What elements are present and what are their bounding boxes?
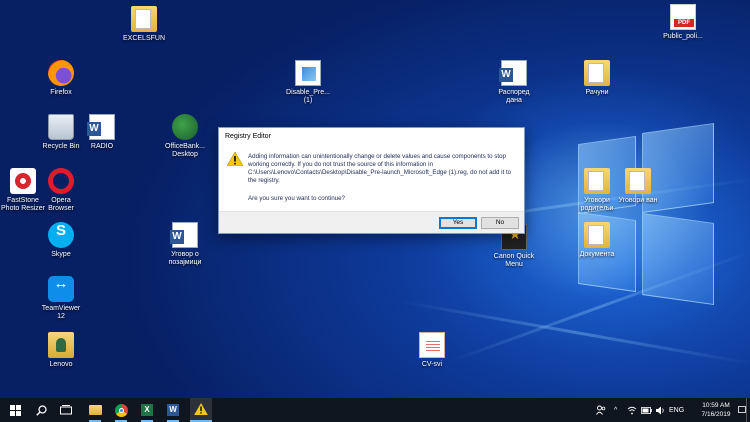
folder-icon [584, 60, 610, 86]
desktop-icon-cv-svi[interactable]: CV-svi [404, 332, 460, 369]
desktop-icon-label: Firefox [50, 89, 72, 96]
taskbar: X W ^ ENG 10:59 AM 7/16/2019 [0, 398, 750, 422]
desktop-icon-dokumenta[interactable]: Документа [569, 222, 625, 259]
desktop-icon-label: Уговор о позајмици [168, 251, 202, 266]
language-indicator[interactable]: ENG [669, 398, 684, 422]
desktop-icon-firefox[interactable]: Firefox [33, 60, 89, 97]
clock-date: 7/16/2019 [701, 411, 731, 418]
desktop-icon-radio[interactable]: RADIO [74, 114, 130, 151]
wifi-icon[interactable] [627, 398, 637, 422]
show-desktop-button[interactable] [746, 398, 750, 422]
dialog-message: Adding information can unintentionally c… [248, 153, 512, 184]
taskbar-file-explorer[interactable] [84, 398, 106, 422]
desktop-icon-excelsfun[interactable]: EXCELSFUN [116, 6, 172, 43]
desktop-icon-label: Документа [579, 251, 615, 258]
pdf-icon [670, 4, 696, 30]
task-view-button[interactable] [55, 398, 77, 422]
search-icon [35, 404, 47, 416]
desktop-icon-lenovo[interactable]: Lenovo [33, 332, 89, 369]
desktop-icon-officebank[interactable]: OfficeBank... Desktop [157, 114, 213, 159]
desktop-icon-label: Canon Quick Menu [493, 253, 535, 268]
registry-editor-dialog: Registry Editor Adding information can u… [218, 127, 525, 234]
word-icon: W [167, 404, 179, 416]
lenovo-folder-icon [48, 332, 74, 358]
word-doc-icon [499, 60, 527, 86]
dialog-title[interactable]: Registry Editor [219, 128, 524, 146]
desktop-icon-label: Skype [51, 251, 71, 258]
taskbar-word[interactable]: W [162, 398, 184, 422]
desktop-icon-label: CV-svi [421, 361, 443, 368]
desktop-icon-label: Public_poli... [663, 33, 703, 40]
recycle-bin-icon [48, 114, 74, 140]
registry-warning-icon [194, 403, 208, 415]
desktop[interactable]: EXCELSFUN Public_poli... Firefox Disable… [0, 0, 750, 398]
firefox-icon [48, 60, 74, 86]
notification-center-icon[interactable] [738, 398, 746, 422]
desktop-icon-skype[interactable]: Skype [33, 222, 89, 259]
officebank-icon [172, 114, 198, 140]
desktop-icon-public-policy[interactable]: Public_poli... [655, 4, 711, 41]
desktop-icon-racuni[interactable]: Рачуни [569, 60, 625, 97]
skype-icon [48, 222, 74, 248]
task-view-icon [60, 404, 72, 414]
teamviewer-icon [48, 276, 74, 302]
battery-icon[interactable] [641, 398, 652, 422]
clock-time: 10:59 AM [702, 402, 730, 409]
taskbar-excel[interactable]: X [136, 398, 158, 422]
word-doc-icon [87, 114, 115, 140]
desktop-icon-opera[interactable]: Opera Browser [33, 168, 89, 213]
folder-icon [584, 222, 610, 248]
desktop-icon-label: TeamViewer 12 [41, 305, 81, 320]
windows-logo-icon [9, 404, 21, 416]
registry-file-icon [295, 60, 321, 86]
desktop-icon-label: Уговори ван [618, 197, 658, 204]
desktop-icon-label: Lenovo [49, 361, 73, 368]
people-icon[interactable] [596, 398, 606, 422]
show-hidden-icons-icon[interactable]: ^ [614, 398, 617, 422]
taskbar-clock[interactable]: 10:59 AM 7/16/2019 [696, 401, 736, 419]
desktop-icon-label: EXCELSFUN [122, 35, 165, 42]
search-button[interactable] [30, 398, 52, 422]
desktop-icon-ugovori-van[interactable]: Уговори ван [610, 168, 666, 205]
file-explorer-icon [88, 405, 102, 415]
start-button[interactable] [4, 398, 26, 422]
taskbar-registry-editor[interactable] [190, 398, 212, 422]
folder-icon [584, 168, 610, 194]
dialog-body: Adding information can unintentionally c… [219, 146, 524, 211]
chrome-icon [114, 403, 128, 417]
taskbar-chrome[interactable] [110, 398, 132, 422]
desktop-icon-ugovor-o-pozajmici[interactable]: Уговор о позајмици [157, 222, 213, 267]
desktop-icon-label: RADIO [90, 143, 114, 150]
desktop-icon-label: OfficeBank... Desktop [165, 143, 205, 158]
desktop-icon-teamviewer[interactable]: TeamViewer 12 [33, 276, 89, 321]
folder-icon [131, 6, 157, 32]
folder-icon [625, 168, 651, 194]
excel-icon: X [141, 404, 153, 416]
desktop-icon-label: Opera Browser [48, 197, 74, 212]
wallpaper-window-pane [642, 212, 714, 306]
opera-icon [48, 168, 74, 194]
desktop-icon-label: Распоред дана [498, 89, 530, 104]
no-button[interactable]: No [481, 217, 519, 229]
desktop-icon-disable-prelaunch[interactable]: Disable_Pre... (1) [280, 60, 336, 105]
yes-button[interactable]: Yes [439, 217, 477, 229]
desktop-icon-raspored-dana[interactable]: Распоред дана [486, 60, 542, 105]
warning-icon [227, 152, 243, 166]
desktop-icon-label: Рачуни [585, 89, 609, 96]
word-doc-icon [170, 222, 198, 248]
dialog-question: Are you sure you want to continue? [248, 195, 345, 202]
volume-icon[interactable] [656, 398, 666, 422]
desktop-icon-label: Disable_Pre... (1) [286, 89, 330, 104]
file-icon [419, 332, 445, 358]
dialog-footer: Yes No [219, 211, 524, 233]
